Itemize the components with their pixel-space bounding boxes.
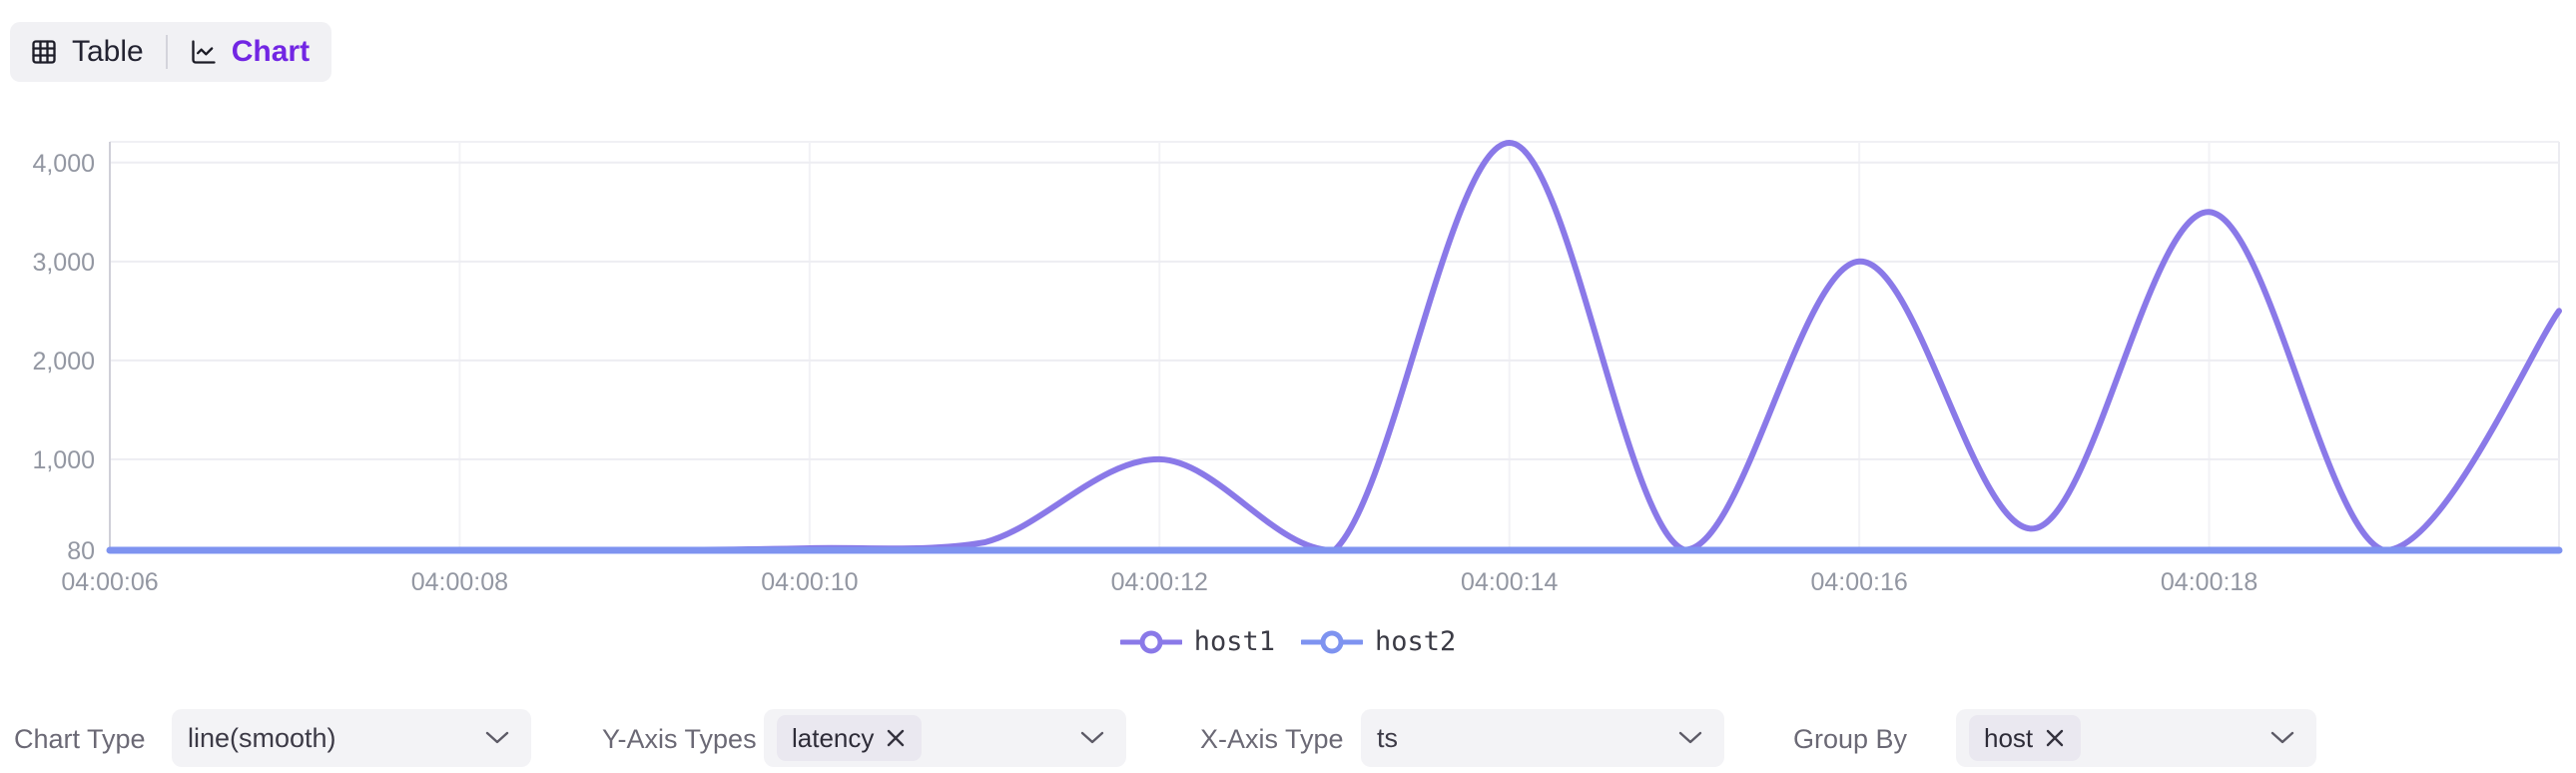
x-axis-tick: 04:00:06 — [61, 568, 158, 596]
chevron-down-icon — [1080, 731, 1104, 745]
remove-tag-icon[interactable] — [885, 727, 907, 749]
remove-tag-icon[interactable] — [2044, 727, 2066, 749]
y-axis-types-label: Y-Axis Types — [602, 724, 757, 755]
chart-type-select[interactable]: line(smooth) — [172, 709, 531, 767]
series-line-host1 — [110, 143, 2559, 550]
y-axis-tick: 80 — [67, 537, 95, 565]
chart-type-value: line(smooth) — [188, 723, 336, 754]
y-axis-tick: 4,000 — [32, 150, 95, 178]
group-by-tag-host: host — [1969, 715, 2081, 761]
chart-legend: host1 host2 — [0, 626, 2576, 657]
chart-type-label: Chart Type — [14, 724, 146, 755]
y-axis-tick: 1,000 — [32, 446, 95, 474]
line-chart-canvas[interactable]: 80 1,000 2,000 3,000 4,000 04:00:06 04:00:08 04… — [0, 0, 2576, 609]
legend-item-host2[interactable]: host2 — [1301, 626, 1456, 657]
legend-item-host1[interactable]: host1 — [1120, 626, 1275, 657]
legend-marker-icon — [1301, 629, 1363, 655]
group-by-tag-text: host — [1984, 723, 2033, 754]
x-axis-tick: 04:00:14 — [1461, 568, 1558, 596]
y-axis-tick: 2,000 — [32, 348, 95, 376]
chevron-down-icon — [1678, 731, 1702, 745]
x-axis-type-label: X-Axis Type — [1200, 724, 1344, 755]
group-by-label: Group By — [1793, 724, 1907, 755]
x-axis-tick: 04:00:16 — [1810, 568, 1907, 596]
y-axis-tick: 3,000 — [32, 249, 95, 277]
legend-marker-icon — [1120, 629, 1182, 655]
x-axis-tick: 04:00:08 — [411, 568, 508, 596]
chevron-down-icon — [2270, 731, 2294, 745]
y-axis-types-select[interactable]: latency — [764, 709, 1126, 767]
x-axis-type-value: ts — [1377, 723, 1398, 754]
x-axis-tick: 04:00:18 — [2161, 568, 2257, 596]
y-axis-tag-text: latency — [792, 723, 874, 754]
x-axis-tick: 04:00:12 — [1111, 568, 1208, 596]
y-axis-tag-latency: latency — [777, 715, 922, 761]
x-axis-type-select[interactable]: ts — [1361, 709, 1724, 767]
x-axis-tick: 04:00:10 — [761, 568, 858, 596]
chevron-down-icon — [485, 731, 509, 745]
group-by-select[interactable]: host — [1956, 709, 2316, 767]
